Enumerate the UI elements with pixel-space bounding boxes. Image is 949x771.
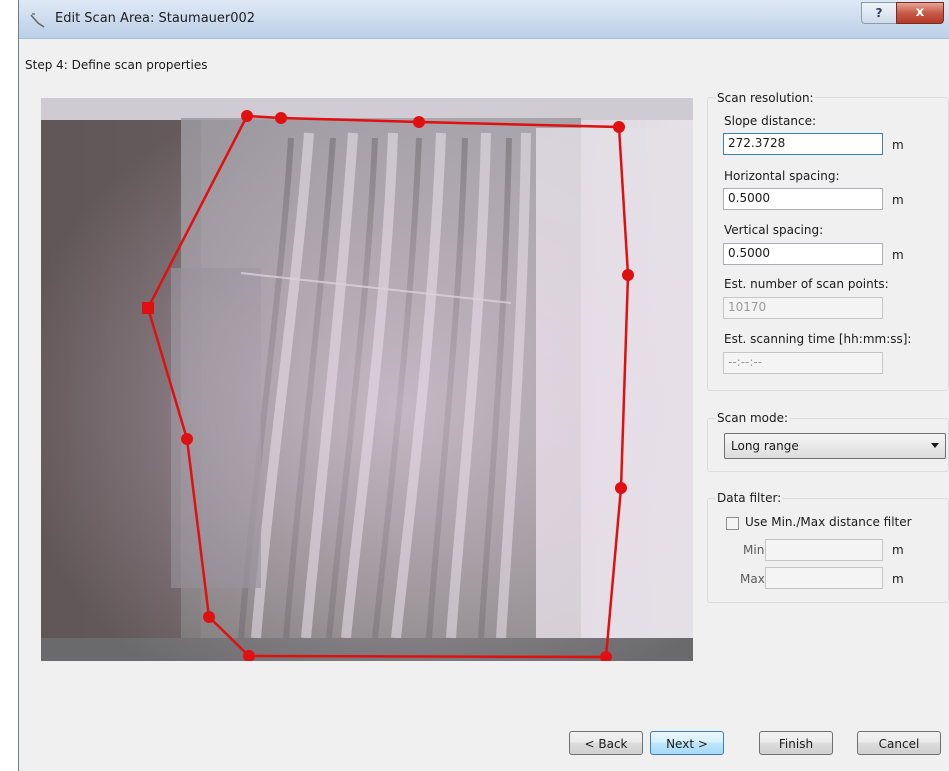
est-time-field: --:--:-- — [723, 352, 883, 374]
est-time-label: Est. scanning time [hh:mm:ss]: — [724, 332, 912, 346]
scan-mode-title: Scan mode: — [716, 411, 790, 425]
polygon-vertex-handle[interactable] — [615, 482, 627, 494]
polygon-vertex-handle[interactable] — [600, 651, 612, 661]
scan-area-polygon[interactable] — [41, 98, 693, 661]
scan-mode-value: Long range — [731, 439, 799, 453]
polygon-vertex-handle[interactable] — [413, 116, 425, 128]
est-points-label: Est. number of scan points: — [724, 277, 889, 291]
est-points-field: 10170 — [723, 297, 883, 319]
horizontal-spacing-unit: m — [892, 193, 904, 207]
step-heading: Step 4: Define scan properties — [25, 58, 208, 72]
scan-area-dialog: Edit Scan Area: Staumauer002 ? x Step 4:… — [18, 0, 949, 771]
slope-distance-unit: m — [892, 138, 904, 152]
polygon-vertex-handle[interactable] — [203, 611, 215, 623]
cancel-button[interactable]: Cancel — [857, 731, 941, 755]
polygon-vertex-handle[interactable] — [275, 112, 287, 124]
slope-distance-label: Slope distance: — [724, 114, 816, 128]
distance-filter-checkbox[interactable] — [726, 517, 739, 530]
vertical-spacing-unit: m — [892, 248, 904, 262]
min-unit: m — [892, 543, 904, 557]
finish-button[interactable]: Finish — [759, 731, 833, 755]
close-button[interactable]: x — [896, 2, 944, 24]
polygon-vertex-handle[interactable] — [181, 433, 193, 445]
max-distance-field[interactable] — [765, 567, 883, 589]
polygon-selected-vertex-handle[interactable] — [142, 302, 154, 314]
background-strip — [0, 0, 18, 771]
polygon-outline — [146, 114, 630, 659]
polygon-vertex-handle[interactable] — [622, 269, 634, 281]
next-button[interactable]: Next > — [650, 731, 724, 755]
scan-mode-select[interactable]: Long range — [724, 433, 946, 459]
back-button[interactable]: < Back — [569, 731, 643, 755]
distance-filter-label: Use Min./Max distance filter — [745, 515, 912, 529]
max-unit: m — [892, 572, 904, 586]
polygon-vertex-handle[interactable] — [613, 121, 625, 133]
slope-distance-field[interactable]: 272.3728 — [723, 133, 883, 155]
polygon-vertex-handle[interactable] — [241, 110, 253, 122]
help-button[interactable]: ? — [861, 2, 897, 24]
min-distance-field[interactable] — [765, 539, 883, 561]
vertical-spacing-field[interactable]: 0.5000 — [723, 243, 883, 265]
scan-area-photo[interactable] — [41, 98, 693, 661]
chevron-down-icon — [931, 443, 939, 448]
window-title: Edit Scan Area: Staumauer002 — [55, 11, 256, 26]
data-filter-title: Data filter: — [716, 491, 783, 505]
horizontal-spacing-label: Horizontal spacing: — [724, 169, 840, 183]
vertical-spacing-label: Vertical spacing: — [724, 223, 824, 237]
title-bar: Edit Scan Area: Staumauer002 ? x — [19, 0, 949, 39]
horizontal-spacing-field[interactable]: 0.5000 — [723, 188, 883, 210]
scan-resolution-title: Scan resolution: — [716, 91, 815, 105]
app-icon — [30, 13, 45, 28]
